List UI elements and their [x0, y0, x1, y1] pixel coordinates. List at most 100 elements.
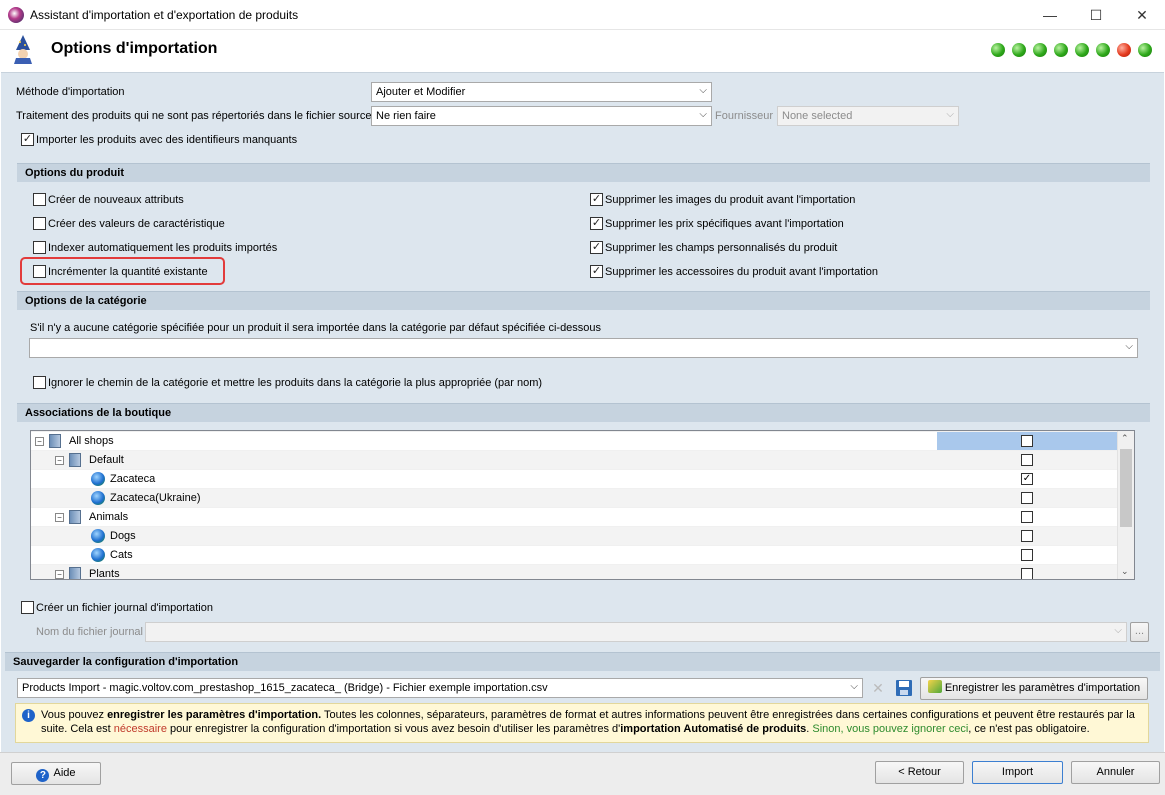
shop-assoc-header: Associations de la boutique [17, 403, 1150, 422]
tree-scrollbar[interactable]: ⌃ ⌄ [1117, 431, 1134, 579]
create-log-label: Créer un fichier journal d'importation [36, 602, 213, 614]
product-option-checkbox[interactable]: ✓ [590, 241, 603, 254]
tree-row[interactable]: Dogs [31, 526, 1118, 545]
shop-checkbox[interactable] [1021, 568, 1033, 579]
import-method-value: Ajouter et Modifier [376, 86, 466, 98]
title-bar: Assistant d'importation et d'exportation… [0, 0, 1165, 30]
ignore-category-path-checkbox[interactable] [33, 376, 46, 389]
wizard-step-dot [991, 43, 1005, 57]
globe-icon [91, 548, 105, 562]
globe-icon [91, 491, 105, 505]
help-icon: ? [36, 769, 50, 782]
tree-row-label: Animals [89, 511, 129, 523]
collapse-icon[interactable]: − [35, 437, 44, 446]
untreated-products-label: Traitement des produits qui ne sont pas … [16, 110, 372, 122]
untreated-products-select[interactable]: Ne rien faire ⌵ [371, 106, 712, 126]
info-text-3: pour enregistrer la configuration d'impo… [166, 723, 621, 735]
shop-checkbox[interactable] [1021, 454, 1033, 466]
save-settings-label: Enregistrer les paramètres d'importation [944, 682, 1141, 694]
product-option-label: Supprimer les accessoires du produit ava… [605, 266, 878, 278]
wizard-header: Options d'importation [1, 30, 1164, 70]
product-option-checkbox[interactable]: ✓ [590, 265, 603, 278]
chevron-down-icon: ⌵ [1114, 625, 1122, 636]
tree-row[interactable]: − Plants [31, 564, 1118, 580]
product-option-checkbox[interactable]: ✓ [590, 217, 603, 230]
cancel-button[interactable]: Annuler [1071, 761, 1160, 784]
close-button[interactable]: ✕ [1119, 0, 1165, 30]
info-text-5: , ce n'est pas obligatoire. [968, 723, 1090, 735]
supplier-label: Fournisseur [715, 110, 774, 122]
help-button[interactable]: ? Aide [11, 762, 101, 785]
tree-row[interactable]: − All shops [31, 431, 1118, 450]
wizard-icon [10, 34, 36, 64]
tree-row[interactable]: − Animals [31, 507, 1118, 526]
shop-checkbox[interactable]: ✓ [1021, 473, 1033, 485]
help-label: Aide [53, 767, 76, 779]
tree-row-label: All shops [69, 435, 114, 447]
browse-log-button[interactable]: ... [1130, 622, 1149, 642]
default-category-select[interactable]: ⌵ [29, 338, 1138, 358]
shop-group-icon [69, 453, 81, 467]
product-option-checkbox[interactable] [33, 241, 46, 254]
product-option-checkbox[interactable] [33, 217, 46, 230]
wizard-step-dot [1033, 43, 1047, 57]
save-disk-icon[interactable] [894, 678, 914, 698]
config-select[interactable]: Products Import - magic.voltov.com_prest… [17, 678, 863, 698]
page-title: Options d'importation [51, 40, 218, 57]
delete-config-icon[interactable]: ✕ [868, 678, 888, 698]
maximize-button[interactable]: ☐ [1073, 0, 1119, 30]
collapse-icon[interactable]: − [55, 513, 64, 522]
tree-row[interactable]: Zacateca(Ukraine) [31, 488, 1118, 507]
supplier-select[interactable]: None selected ⌵ [777, 106, 959, 126]
save-settings-button[interactable]: Enregistrer les paramètres d'importation [920, 677, 1148, 700]
untreated-products-value: Ne rien faire [376, 110, 436, 122]
shop-tree[interactable]: − All shops − Default Zacateca ✓ Zacateca(Ukra… [30, 430, 1135, 580]
shop-group-icon [49, 434, 61, 448]
product-option-checkbox[interactable] [33, 193, 46, 206]
missing-ids-label: Importer les produits avec des identifie… [36, 134, 298, 146]
import-button[interactable]: Import [972, 761, 1063, 784]
chevron-down-icon: ⌵ [699, 85, 707, 96]
wizard-step-dot [1117, 43, 1131, 57]
collapse-icon[interactable]: − [55, 570, 64, 579]
wizard-step-dot [1054, 43, 1068, 57]
shop-checkbox[interactable] [1021, 492, 1033, 504]
chevron-down-icon: ⌵ [699, 109, 707, 120]
tree-row-label: Plants [89, 568, 120, 580]
missing-ids-checkbox[interactable]: ✓ [21, 133, 34, 146]
tree-row-label: Cats [110, 549, 133, 561]
tree-row[interactable]: Zacateca ✓ [31, 469, 1118, 488]
chevron-down-icon: ⌵ [946, 109, 954, 120]
supplier-value: None selected [782, 110, 853, 122]
shop-checkbox[interactable] [1021, 530, 1033, 542]
scroll-down-icon[interactable]: ⌄ [1121, 566, 1129, 577]
tree-row-label: Dogs [110, 530, 136, 542]
chevron-down-icon: ⌵ [1125, 341, 1133, 352]
info-bold-2: importation Automatisé de produits [620, 723, 807, 735]
save-settings-icon [927, 680, 942, 693]
minimize-button[interactable]: — [1027, 0, 1073, 30]
collapse-icon[interactable]: − [55, 456, 64, 465]
scroll-thumb[interactable] [1120, 449, 1132, 527]
back-button[interactable]: < Retour [875, 761, 964, 784]
globe-icon [91, 529, 105, 543]
scroll-up-icon[interactable]: ⌃ [1121, 433, 1129, 444]
import-method-select[interactable]: Ajouter et Modifier ⌵ [371, 82, 712, 102]
category-description: S'il n'y a aucune catégorie spécifiée po… [30, 322, 602, 334]
window-title: Assistant d'importation et d'exportation… [30, 8, 299, 22]
product-option-label: Supprimer les prix spécifiques avant l'i… [605, 218, 844, 230]
shop-checkbox[interactable] [1021, 549, 1033, 561]
category-options-header: Options de la catégorie [17, 291, 1150, 310]
log-filename-select[interactable]: ⌵ [145, 622, 1127, 642]
tree-row[interactable]: Cats [31, 545, 1118, 564]
shop-group-icon [69, 510, 81, 524]
import-method-label: Méthode d'importation [16, 86, 125, 98]
highlight-box [20, 257, 225, 285]
shop-checkbox[interactable] [1021, 511, 1033, 523]
tree-row[interactable]: − Default [31, 450, 1118, 469]
shop-checkbox[interactable] [1021, 435, 1033, 447]
ignore-category-path-label: Ignorer le chemin de la catégorie et met… [48, 377, 543, 389]
product-option-checkbox[interactable]: ✓ [590, 193, 603, 206]
log-filename-label: Nom du fichier journal [36, 626, 143, 638]
create-log-checkbox[interactable] [21, 601, 34, 614]
